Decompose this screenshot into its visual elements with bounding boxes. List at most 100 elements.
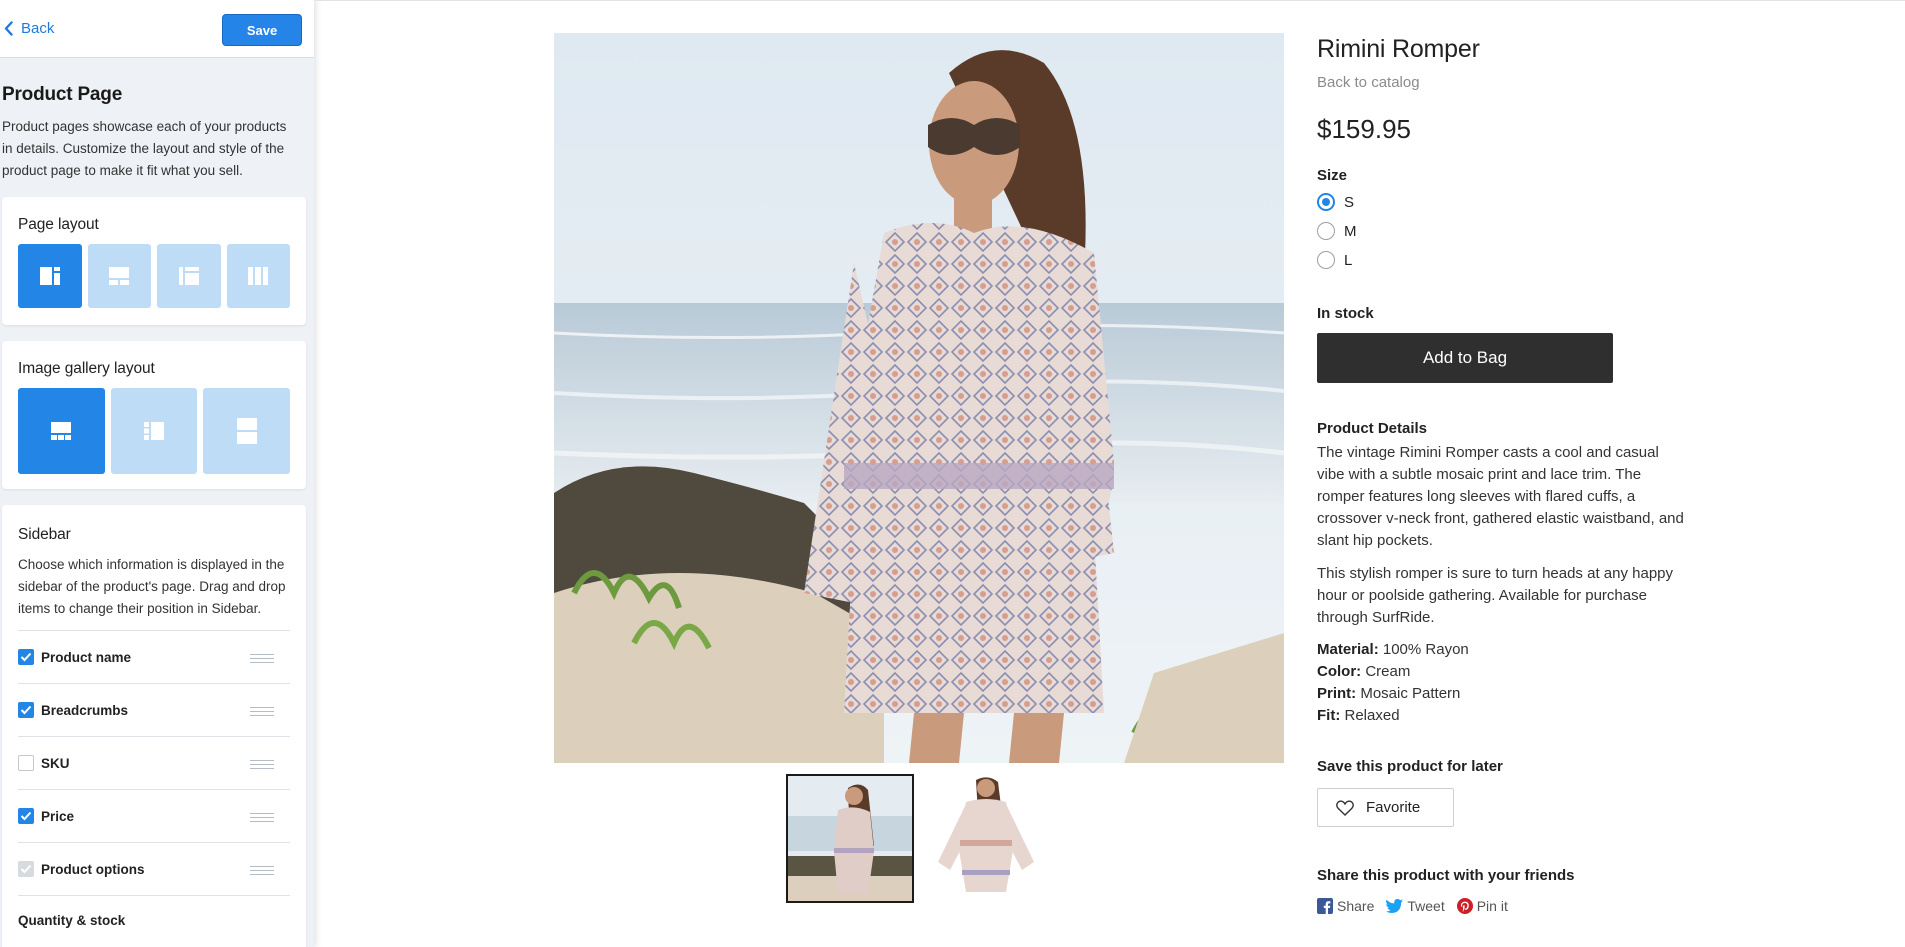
option-label: Price bbox=[41, 808, 75, 824]
attribute-material: Material: 100% Rayon bbox=[1317, 639, 1469, 661]
editor-description: Product pages showcase each of your prod… bbox=[2, 119, 287, 178]
gallery-thumbs-left-icon bbox=[144, 422, 164, 440]
layout-option-image-center[interactable] bbox=[157, 244, 221, 308]
editor-title: Product Page bbox=[2, 84, 123, 105]
checkbox-breadcrumbs[interactable] bbox=[18, 702, 34, 718]
layout-option-image-left[interactable] bbox=[18, 244, 82, 308]
size-option-l[interactable]: L bbox=[1317, 251, 1352, 269]
page-layout-title: Page layout bbox=[18, 216, 99, 233]
radio-button[interactable] bbox=[1317, 222, 1335, 240]
size-option-s[interactable]: S bbox=[1317, 193, 1354, 211]
sidebar-options-list: Product name Breadcrumbs SKU Price Produ… bbox=[18, 630, 290, 896]
product-main-image[interactable] bbox=[554, 33, 1284, 763]
chevron-left-icon bbox=[4, 21, 13, 36]
drag-handle-icon[interactable] bbox=[250, 866, 274, 875]
share-label: Pin it bbox=[1476, 898, 1508, 914]
page-layout-options bbox=[18, 244, 290, 308]
layout-image-top-icon bbox=[109, 267, 130, 285]
radio-button[interactable] bbox=[1317, 251, 1335, 269]
gallery-option-thumbs-left[interactable] bbox=[110, 388, 198, 474]
attribute-value: Cream bbox=[1365, 663, 1411, 680]
sidebar-option-quantity-stock[interactable]: Quantity & stock bbox=[18, 896, 290, 928]
drag-handle-icon[interactable] bbox=[250, 707, 274, 716]
checkbox-price[interactable] bbox=[18, 808, 34, 824]
attribute-key: Color: bbox=[1317, 663, 1362, 680]
gallery-layout-title: Image gallery layout bbox=[18, 360, 155, 377]
gallery-layout-card: Image gallery layout bbox=[2, 341, 306, 489]
size-option-label: L bbox=[1344, 251, 1353, 269]
sidebar-settings-card: Sidebar Choose which information is disp… bbox=[2, 505, 306, 947]
share-heading: Share this product with your friends bbox=[1317, 867, 1575, 884]
preview-top-border bbox=[314, 0, 1905, 1]
add-to-bag-button[interactable]: Add to Bag bbox=[1317, 333, 1613, 383]
layout-option-image-top[interactable] bbox=[87, 244, 151, 308]
sidebar-option-product-name[interactable]: Product name bbox=[18, 631, 290, 684]
layout-image-left-icon bbox=[39, 267, 60, 285]
product-thumbnail-1[interactable] bbox=[786, 774, 914, 903]
gallery-stacked-icon bbox=[236, 418, 257, 444]
option-label: SKU bbox=[41, 755, 70, 771]
back-label: Back bbox=[21, 20, 55, 37]
attribute-value: Relaxed bbox=[1344, 707, 1400, 724]
attribute-key: Material: bbox=[1317, 641, 1379, 658]
option-label: Product options bbox=[41, 861, 145, 877]
attribute-key: Print: bbox=[1317, 685, 1357, 702]
radio-button-selected[interactable] bbox=[1317, 193, 1335, 211]
product-details-heading: Product Details bbox=[1317, 420, 1428, 437]
thumbnail-photo-1 bbox=[788, 776, 912, 901]
editor-panel: Back Save Product Page Product pages sho… bbox=[0, 0, 314, 947]
share-buttons: Share Tweet Pin it bbox=[1317, 898, 1508, 914]
product-thumbnail-2[interactable] bbox=[922, 774, 1050, 903]
product-price: $159.95 bbox=[1317, 114, 1411, 144]
product-attributes: Material: 100% Rayon Color: Cream Print:… bbox=[1317, 639, 1469, 727]
layout-image-center-icon bbox=[178, 267, 199, 285]
attribute-print: Print: Mosaic Pattern bbox=[1317, 683, 1469, 705]
size-option-label: M bbox=[1344, 222, 1357, 240]
breadcrumb-back-to-catalog[interactable]: Back to catalog bbox=[1317, 74, 1420, 91]
share-pinterest-button[interactable]: Pin it bbox=[1456, 898, 1508, 914]
back-link[interactable]: Back bbox=[4, 20, 54, 37]
option-label: Breadcrumbs bbox=[41, 702, 129, 718]
twitter-icon bbox=[1386, 899, 1404, 913]
product-description-1: The vintage Rimini Romper casts a cool a… bbox=[1317, 444, 1684, 549]
checkbox-product-options bbox=[18, 861, 34, 877]
gallery-option-stacked[interactable] bbox=[203, 388, 291, 474]
sidebar-option-breadcrumbs[interactable]: Breadcrumbs bbox=[18, 684, 290, 737]
checkbox-sku[interactable] bbox=[18, 755, 34, 771]
layout-option-columns[interactable] bbox=[226, 244, 290, 308]
editor-topbar: Back Save bbox=[0, 0, 314, 58]
drag-handle-icon[interactable] bbox=[250, 813, 274, 822]
drag-handle-icon[interactable] bbox=[250, 760, 274, 769]
share-facebook-button[interactable]: Share bbox=[1317, 898, 1374, 914]
checkmark-icon bbox=[20, 811, 32, 821]
heart-icon bbox=[1336, 799, 1354, 816]
stock-status: In stock bbox=[1317, 305, 1374, 322]
editor-intro: Product Page Product pages showcase each… bbox=[0, 58, 314, 182]
save-button[interactable]: Save bbox=[222, 14, 302, 46]
share-twitter-button[interactable]: Tweet bbox=[1386, 898, 1445, 914]
facebook-icon bbox=[1317, 898, 1333, 914]
checkmark-icon bbox=[20, 705, 32, 715]
sidebar-option-product-options[interactable]: Product options bbox=[18, 843, 290, 896]
product-description-2: This stylish romper is sure to turn head… bbox=[1317, 565, 1674, 626]
attribute-fit: Fit: Relaxed bbox=[1317, 705, 1469, 727]
gallery-thumbs-below-icon bbox=[51, 422, 72, 440]
gallery-option-thumbs-below[interactable] bbox=[18, 388, 105, 474]
checkmark-icon bbox=[20, 864, 32, 874]
size-option-m[interactable]: M bbox=[1317, 222, 1357, 240]
favorite-label: Favorite bbox=[1366, 799, 1421, 816]
sidebar-option-price[interactable]: Price bbox=[18, 790, 290, 843]
attribute-color: Color: Cream bbox=[1317, 661, 1469, 683]
sidebar-settings-description: Choose which information is displayed in… bbox=[18, 557, 286, 616]
checkbox-product-name[interactable] bbox=[18, 649, 34, 665]
gallery-layout-options bbox=[18, 388, 291, 474]
option-label: Product name bbox=[41, 649, 132, 665]
sidebar-option-sku[interactable]: SKU bbox=[18, 737, 290, 790]
size-option-label: S bbox=[1344, 193, 1355, 211]
sidebar-settings-title: Sidebar bbox=[18, 526, 71, 543]
save-for-later-heading: Save this product for later bbox=[1317, 758, 1503, 775]
drag-handle-icon[interactable] bbox=[250, 654, 274, 663]
attribute-key: Fit: bbox=[1317, 707, 1341, 724]
favorite-button[interactable]: Favorite bbox=[1317, 788, 1454, 827]
thumbnail-photo-2 bbox=[922, 774, 1050, 903]
